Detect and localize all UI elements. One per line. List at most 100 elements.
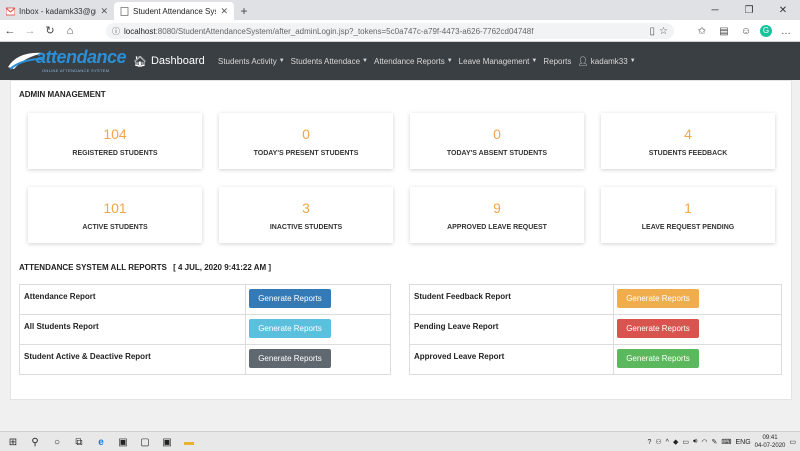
- volume-icon[interactable]: 🔊︎: [693, 438, 697, 446]
- user-name: kadamk33: [590, 56, 628, 66]
- card-label: INACTIVE STUDENTS: [269, 224, 343, 231]
- close-icon[interactable]: ✕: [100, 6, 108, 17]
- search-icon[interactable]: ⚲: [28, 437, 42, 448]
- card-value: 104: [103, 126, 127, 142]
- tab-label: Inbox - kadamk33@gmail.co: [19, 6, 96, 16]
- network-icon[interactable]: ▭: [682, 438, 689, 446]
- menu-label: Attendance Reports: [374, 56, 445, 66]
- refresh-icon[interactable]: ↻: [40, 20, 60, 42]
- report-name: Attendance Report: [19, 284, 246, 315]
- info-icon[interactable]: ⓘ: [112, 26, 120, 37]
- new-tab-button[interactable]: +: [234, 2, 254, 20]
- card-label: STUDENTS FEEDBACK: [648, 150, 728, 157]
- generate-pending-leave-report-button[interactable]: Generate Reports: [617, 319, 699, 338]
- logo-word: attendance: [36, 47, 127, 67]
- wifi-icon[interactable]: ◠: [701, 438, 707, 446]
- home-icon: 🏠︎: [133, 55, 147, 68]
- minimize-icon[interactable]: ─: [698, 0, 732, 20]
- generate-all-students-report-button[interactable]: Generate Reports: [249, 319, 331, 338]
- maximize-icon[interactable]: ❐: [732, 0, 766, 20]
- clock-date: 04-07-2020: [754, 443, 786, 449]
- notification-icon[interactable]: ▭: [789, 438, 796, 446]
- pen-icon[interactable]: ✎: [712, 438, 718, 446]
- card-value: 0: [493, 126, 501, 142]
- caret-down-icon: ▼: [278, 58, 285, 64]
- menu-students-attendace[interactable]: Students Attendace ▼: [288, 57, 371, 66]
- menu-label: Students Attendace: [290, 56, 361, 66]
- menu-label: Leave Management: [458, 56, 530, 66]
- menu-reports[interactable]: Reports: [540, 57, 574, 66]
- reports-table-left: Attendance Report Generate Reports All S…: [19, 284, 391, 375]
- close-window-icon[interactable]: ✕: [766, 0, 800, 20]
- generate-feedback-report-button[interactable]: Generate Reports: [617, 289, 699, 308]
- dashboard-link[interactable]: 🏠︎ Dashboard: [133, 42, 205, 80]
- card-todays-absent: 0 TODAY'S ABSENT STUDENTS: [410, 113, 584, 169]
- app-window-icon[interactable]: ▢: [138, 437, 152, 448]
- report-name: Pending Leave Report: [409, 314, 614, 345]
- card-registered-students: 104 REGISTERED STUDENTS: [28, 113, 202, 169]
- reading-view-icon[interactable]: ▯: [650, 26, 656, 37]
- report-action-cell: Generate Reports: [245, 314, 391, 345]
- grammarly-icon[interactable]: G: [760, 25, 772, 37]
- forward-icon[interactable]: →: [20, 20, 40, 42]
- card-active-students: 101 ACTIVE STUDENTS: [28, 187, 202, 243]
- profile-icon[interactable]: ☺: [738, 26, 754, 37]
- clock[interactable]: 09:41 04-07-2020: [755, 434, 786, 450]
- terminal-icon[interactable]: ▣: [160, 437, 174, 448]
- keyboard-icon[interactable]: ⌨: [721, 438, 731, 446]
- table-row: All Students Report Generate Reports: [19, 314, 391, 345]
- card-leave-pending: 1 LEAVE REQUEST PENDING: [601, 187, 775, 243]
- caret-down-icon: ▼: [629, 58, 636, 64]
- system-tray: ? ⚇ ^ ◆ ▭ 🔊︎ ◠ ✎ ⌨ ENG 09:41 04-07-2020 …: [647, 432, 796, 451]
- favorites-icon[interactable]: ✩: [694, 26, 710, 37]
- favorite-star-icon[interactable]: ☆: [659, 26, 668, 37]
- generate-active-deactive-report-button[interactable]: Generate Reports: [249, 349, 331, 368]
- window-controls: ─ ❐ ✕: [698, 0, 800, 20]
- back-icon[interactable]: ←: [0, 20, 20, 42]
- generate-attendance-report-button[interactable]: Generate Reports: [249, 289, 331, 308]
- page-icon: [120, 6, 129, 16]
- taskbar: ⊞ ⚲ ○ ⧉ e ▣ ▢ ▣ ▬ ? ⚇ ^ ◆ ▭ 🔊︎ ◠ ✎ ⌨ ENG…: [0, 431, 800, 451]
- cortana-icon[interactable]: ○: [50, 437, 64, 448]
- file-explorer-icon[interactable]: ▬: [182, 437, 196, 448]
- report-action-cell: Generate Reports: [613, 344, 782, 375]
- terminal-icon[interactable]: ▣: [116, 437, 130, 448]
- menu-label: Students Activity: [218, 56, 277, 66]
- card-label: TODAY'S ABSENT STUDENTS: [446, 150, 548, 157]
- dropbox-icon[interactable]: ◆: [673, 438, 678, 446]
- table-row: Student Active & Deactive Report Generat…: [19, 344, 391, 375]
- clock-time: 09:41: [762, 435, 778, 441]
- card-inactive-students: 3 INACTIVE STUDENTS: [219, 187, 393, 243]
- edge-icon[interactable]: e: [94, 437, 108, 448]
- menu-leave-management[interactable]: Leave Management ▼: [456, 57, 541, 66]
- attendance-logo[interactable]: attendance ONLINE ATTENDANCE SYSTEM: [6, 45, 127, 77]
- tab-gmail-inbox[interactable]: Inbox - kadamk33@gmail.co ✕: [0, 2, 114, 20]
- task-view-icon[interactable]: ⧉: [72, 437, 86, 448]
- windows-start-icon[interactable]: ⊞: [6, 437, 20, 448]
- more-options-icon[interactable]: …: [778, 26, 794, 37]
- close-icon[interactable]: ✕: [220, 6, 228, 17]
- language-indicator[interactable]: ENG: [736, 439, 751, 446]
- main-menu: Students Activity ▼ Students Attendace ▼ A…: [215, 42, 639, 80]
- people-icon[interactable]: ⚇: [655, 438, 661, 446]
- card-label: REGISTERED STUDENTS: [72, 150, 158, 157]
- table-row: Approved Leave Report Generate Reports: [409, 344, 782, 375]
- table-row: Attendance Report Generate Reports: [19, 284, 391, 315]
- card-todays-present: 0 TODAY'S PRESENT STUDENTS: [219, 113, 393, 169]
- collections-icon[interactable]: ▤: [716, 26, 732, 37]
- tab-student-attendance[interactable]: Student Attendance Sys ✕: [114, 2, 234, 20]
- user-menu[interactable]: 👤︎ kadamk33 ▼: [574, 56, 638, 67]
- home-icon[interactable]: ⌂: [60, 20, 80, 42]
- menu-attendance-reports[interactable]: Attendance Reports ▼: [371, 57, 456, 66]
- card-value: 3: [302, 200, 310, 216]
- url-field[interactable]: ⓘ localhost:8080/StudentAttendanceSystem…: [106, 23, 674, 39]
- reports-timestamp: [ 4 JUL, 2020 9:41:22 AM ]: [173, 263, 272, 272]
- menu-students-activity[interactable]: Students Activity ▼: [215, 57, 288, 66]
- gmail-icon: [5, 7, 16, 16]
- chevron-up-icon[interactable]: ^: [666, 439, 669, 446]
- help-icon[interactable]: ?: [647, 439, 651, 446]
- card-value: 4: [684, 126, 692, 142]
- card-label: ACTIVE STUDENTS: [82, 224, 148, 231]
- generate-approved-leave-report-button[interactable]: Generate Reports: [617, 349, 699, 368]
- table-row: Pending Leave Report Generate Reports: [409, 314, 782, 345]
